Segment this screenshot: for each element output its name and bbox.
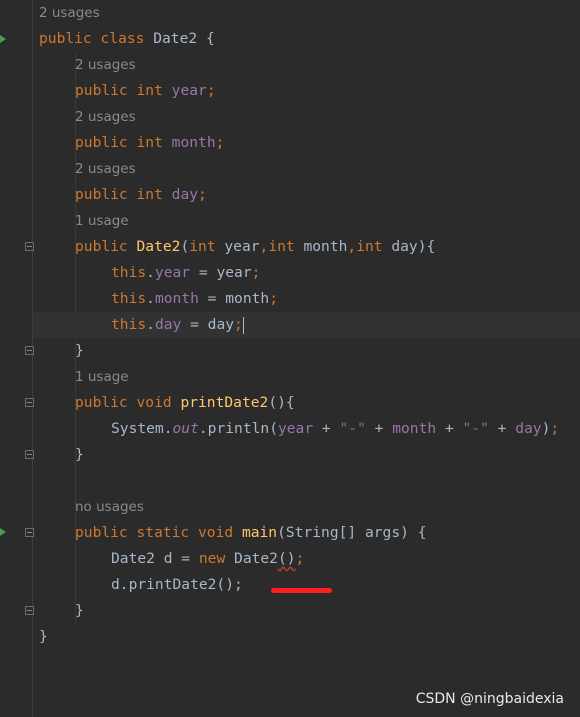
editor-gutter xyxy=(0,0,34,717)
class-close: } xyxy=(39,628,48,645)
usage-hint[interactable]: 1 usage xyxy=(33,364,580,390)
field-day-line: public int day; xyxy=(75,186,207,203)
red-annotation-underline xyxy=(271,588,332,593)
usage-hint[interactable]: 2 usages xyxy=(33,0,580,26)
method-name: printDate2 xyxy=(180,394,269,411)
print-method-line: public void printDate2(){ xyxy=(75,394,295,411)
constructor-line: public Date2(int year,int month,int day)… xyxy=(75,238,436,255)
field-day: day xyxy=(171,186,199,203)
main-method-name: main xyxy=(241,524,278,541)
call-print-line: d.printDate2(); xyxy=(111,576,243,593)
usage-hint[interactable]: 1 usage xyxy=(33,208,580,234)
assign-month-line: this.month = month; xyxy=(111,290,278,307)
field-year: year xyxy=(171,82,207,99)
println-line: System.out.println(year + "-" + month + … xyxy=(111,420,560,437)
constructor-close: } xyxy=(75,342,84,359)
usage-hint[interactable]: no usages xyxy=(33,494,580,520)
brace: { xyxy=(197,30,215,47)
field-month: month xyxy=(171,134,216,151)
keyword: public class xyxy=(39,30,145,47)
usage-hint[interactable]: 2 usages xyxy=(33,52,580,78)
field-month-line: public int month; xyxy=(75,134,225,151)
usage-hint[interactable]: 2 usages xyxy=(33,156,580,182)
watermark: CSDN @ningbaidexia xyxy=(415,691,564,707)
print-method-close: } xyxy=(75,446,84,463)
main-method-line: public static void main(String[] args) { xyxy=(75,524,427,541)
new-instance-line: Date2 d = new Date2(); xyxy=(111,550,305,567)
assign-year-line: this.year = year; xyxy=(111,264,261,281)
main-method-close: } xyxy=(75,602,84,619)
field-year-line: public int year; xyxy=(75,82,216,99)
class-declaration: public class Date2 { xyxy=(33,26,580,52)
run-main-icon[interactable] xyxy=(0,528,6,536)
run-class-icon[interactable] xyxy=(0,35,6,43)
assign-day-line: this.day = day; xyxy=(33,312,580,338)
error-underline[interactable]: () xyxy=(278,550,296,567)
usage-hint[interactable]: 2 usages xyxy=(33,104,580,130)
constructor-name: Date2 xyxy=(136,238,181,255)
code-editor[interactable]: 2 usages public class Date2 { 2 usages p… xyxy=(33,0,580,717)
text-caret xyxy=(242,316,245,334)
class-name: Date2 xyxy=(153,30,198,47)
